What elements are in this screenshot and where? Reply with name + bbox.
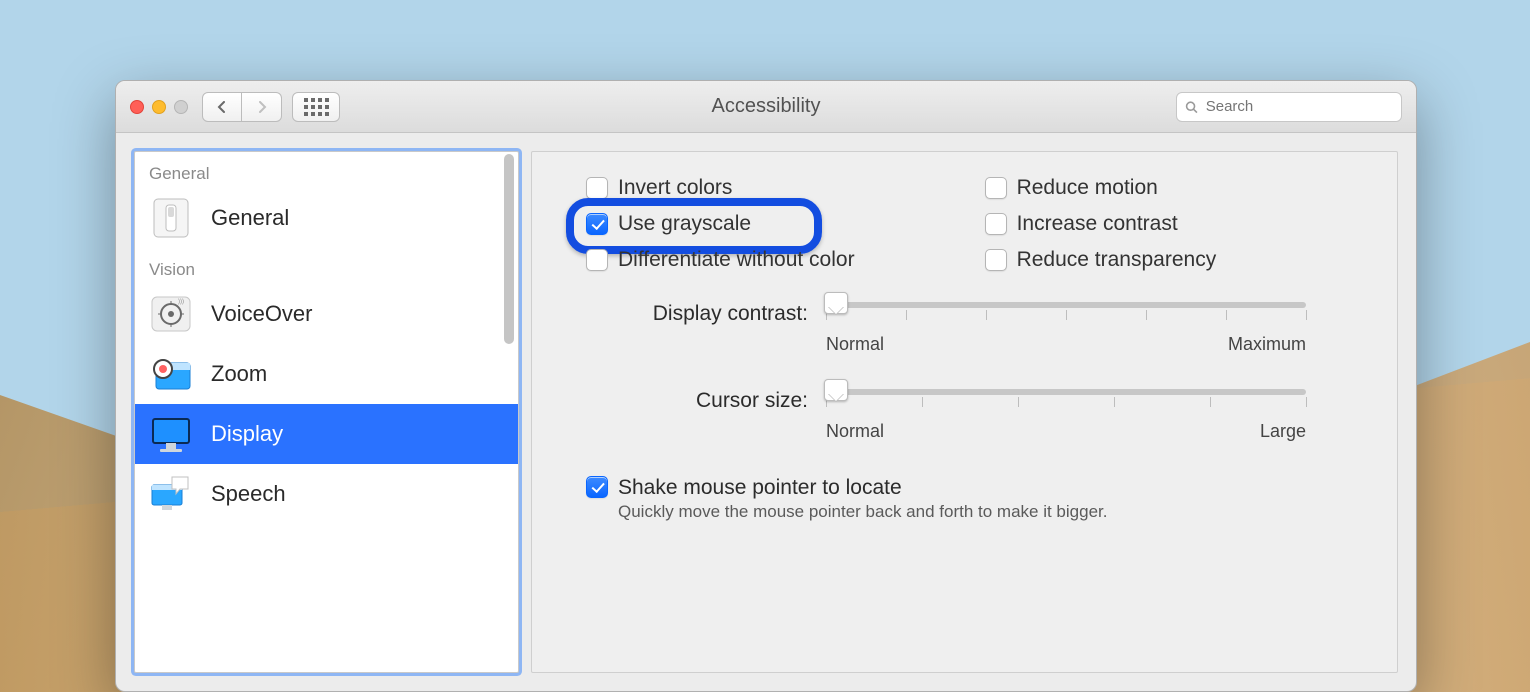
sidebar-item-label: VoiceOver (211, 301, 313, 327)
chevron-right-icon (256, 101, 268, 113)
general-icon (147, 194, 195, 242)
display-contrast-slider[interactable] (826, 302, 1306, 308)
slider-min-label: Normal (826, 421, 884, 442)
checkbox-label: Differentiate without color (618, 248, 855, 272)
checkbox-row-reduce-transparency[interactable]: Reduce transparency (985, 248, 1217, 272)
sidebar-item-label: Speech (211, 481, 286, 507)
sidebar-item-general[interactable]: General (135, 188, 518, 248)
checkbox-shake-to-locate[interactable] (586, 476, 608, 498)
checkbox-reduce-motion[interactable] (985, 177, 1007, 199)
category-sidebar: General General Vision ))) VoiceOver Zoo… (134, 151, 519, 673)
slider-ticks (826, 397, 1306, 407)
accessibility-window: Accessibility General General Vision )))… (115, 80, 1417, 692)
checkbox-row-reduce-motion[interactable]: Reduce motion (985, 176, 1217, 200)
shake-title: Shake mouse pointer to locate (618, 476, 1107, 500)
checkbox-row-invert-colors[interactable]: Invert colors (586, 176, 855, 200)
grid-icon (304, 98, 329, 116)
checkbox-label: Increase contrast (1017, 212, 1178, 236)
slider-thumb[interactable] (824, 292, 848, 314)
slider-max-label: Maximum (1228, 334, 1306, 355)
slider-min-label: Normal (826, 334, 884, 355)
zoom-icon (147, 350, 195, 398)
checkbox-label: Reduce transparency (1017, 248, 1217, 272)
voiceover-icon: ))) (147, 290, 195, 338)
checkbox-row-use-grayscale[interactable]: Use grayscale (586, 212, 855, 236)
checkbox-row-increase-contrast[interactable]: Increase contrast (985, 212, 1217, 236)
highlight-ring (566, 198, 822, 254)
scrollbar-thumb[interactable] (504, 154, 514, 344)
speech-icon (147, 470, 195, 518)
cursor-size-slider[interactable] (826, 389, 1306, 395)
display-icon (147, 410, 195, 458)
back-button[interactable] (202, 92, 242, 122)
checkbox-label: Invert colors (618, 176, 732, 200)
slider-ticks (826, 310, 1306, 320)
titlebar: Accessibility (116, 81, 1416, 133)
checkbox-row-differentiate-without-color[interactable]: Differentiate without color (586, 248, 855, 272)
display-contrast-label: Display contrast: (568, 302, 808, 326)
sidebar-item-speech[interactable]: Speech (135, 464, 518, 524)
search-icon (1185, 100, 1198, 114)
show-all-button[interactable] (292, 92, 340, 122)
forward-button (242, 92, 282, 122)
sidebar-header-vision: Vision (135, 248, 518, 284)
zoom-icon (174, 100, 188, 114)
svg-text:))): ))) (178, 299, 184, 305)
slider-max-label: Large (1260, 421, 1306, 442)
sidebar-item-zoom[interactable]: Zoom (135, 344, 518, 404)
checkbox-reduce-transparency[interactable] (985, 249, 1007, 271)
slider-thumb[interactable] (824, 379, 848, 401)
checkbox-differentiate-without-color[interactable] (586, 249, 608, 271)
sidebar-item-voiceover[interactable]: ))) VoiceOver (135, 284, 518, 344)
checkbox-label: Reduce motion (1017, 176, 1158, 200)
checkbox-invert-colors[interactable] (586, 177, 608, 199)
display-panel: Invert colors Use grayscale Differentiat… (531, 151, 1398, 673)
sidebar-item-label: General (211, 205, 289, 231)
minimize-icon[interactable] (152, 100, 166, 114)
cursor-size-label: Cursor size: (568, 389, 808, 413)
sidebar-scrollbar[interactable] (502, 154, 516, 670)
sidebar-item-label: Display (211, 421, 283, 447)
close-icon[interactable] (130, 100, 144, 114)
sidebar-header-general: General (135, 152, 518, 188)
search-field[interactable] (1176, 92, 1402, 122)
nav-buttons (202, 92, 282, 122)
sidebar-item-label: Zoom (211, 361, 267, 387)
shake-subtitle: Quickly move the mouse pointer back and … (618, 502, 1107, 522)
checkbox-increase-contrast[interactable] (985, 213, 1007, 235)
search-input[interactable] (1204, 97, 1393, 116)
window-controls (130, 100, 188, 114)
chevron-left-icon (216, 101, 228, 113)
sidebar-item-display[interactable]: Display (135, 404, 518, 464)
